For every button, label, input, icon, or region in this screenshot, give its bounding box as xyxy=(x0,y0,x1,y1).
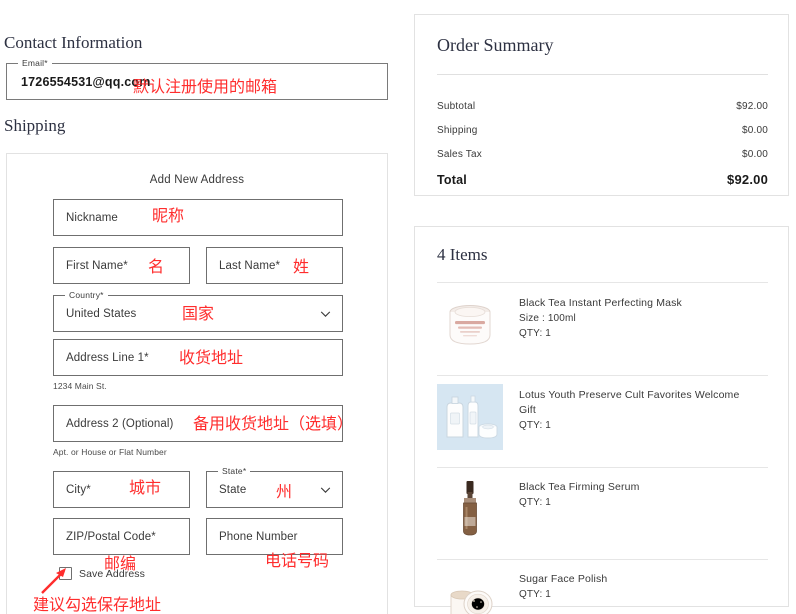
item-size: Size : 100ml xyxy=(519,313,576,324)
last-name-input[interactable]: Last Name* xyxy=(206,247,343,284)
address-line-2-input[interactable]: Address 2 (Optional) xyxy=(53,405,343,442)
country-select-value: United States xyxy=(66,307,137,320)
product-thumbnail xyxy=(437,476,503,542)
gift-set-icon xyxy=(446,395,498,439)
summary-label: Subtotal xyxy=(437,101,476,112)
item-details: Sugar Face Polish QTY: 1 xyxy=(503,568,607,614)
first-name-input[interactable]: First Name* xyxy=(53,247,190,284)
nickname-input[interactable]: Nickname xyxy=(53,199,343,236)
item-qty: QTY: 1 xyxy=(519,420,552,431)
summary-value: $0.00 xyxy=(741,125,768,136)
product-thumbnail xyxy=(437,384,503,450)
summary-row-shipping: Shipping $0.00 xyxy=(437,125,768,136)
summary-total-label: Total xyxy=(437,173,467,187)
nickname-placeholder: Nickname xyxy=(66,211,118,224)
item-name: Black Tea Instant Perfecting Mask xyxy=(519,297,682,309)
item-divider xyxy=(437,467,768,468)
item-name: Lotus Youth Preserve Cult Favorites Welc… xyxy=(519,389,740,416)
checkout-right-column: Order Summary Subtotal $92.00 Shipping $… xyxy=(414,0,796,614)
address-line-2-placeholder: Address 2 (Optional) xyxy=(66,417,174,430)
summary-total-value: $92.00 xyxy=(727,172,768,187)
summary-row-subtotal: Subtotal $92.00 xyxy=(437,101,768,112)
items-divider xyxy=(437,282,768,283)
items-count-title: 4 Items xyxy=(437,245,488,264)
contact-information-heading: Contact Information xyxy=(4,33,143,52)
country-select-label: Country* xyxy=(65,290,108,300)
item-divider xyxy=(437,559,768,560)
summary-row-total: Total $92.00 xyxy=(437,172,768,187)
list-item[interactable]: Black Tea Instant Perfecting Mask Size :… xyxy=(437,292,768,358)
phone-number-placeholder: Phone Number xyxy=(219,530,298,543)
save-address-label: Save Address xyxy=(79,567,145,580)
address-line-2-helper: Apt. or House or Flat Number xyxy=(53,447,167,457)
email-field-value: 1726554531@qq.com xyxy=(21,75,151,89)
checkout-page: Contact Information Email* 1726554531@qq… xyxy=(0,0,796,614)
item-qty: QTY: 1 xyxy=(519,328,552,339)
city-input[interactable]: City* xyxy=(53,471,190,508)
item-qty: QTY: 1 xyxy=(519,589,552,600)
state-select[interactable]: State* State xyxy=(206,466,343,508)
email-field[interactable]: Email* 1726554531@qq.com xyxy=(6,58,388,100)
shipping-address-card: Add New Address Nickname First Name* Las… xyxy=(6,153,388,614)
address-line-1-placeholder: Address Line 1* xyxy=(66,351,149,364)
summary-label: Sales Tax xyxy=(437,149,482,160)
jar-icon xyxy=(449,305,491,345)
item-details: Lotus Youth Preserve Cult Favorites Welc… xyxy=(503,384,759,450)
item-qty: QTY: 1 xyxy=(519,497,552,508)
save-address-row[interactable]: Save Address xyxy=(59,567,145,580)
add-new-address-title: Add New Address xyxy=(149,174,245,186)
checkout-left-column: Contact Information Email* 1726554531@qq… xyxy=(0,0,400,614)
summary-row-sales-tax: Sales Tax $0.00 xyxy=(437,149,768,160)
order-summary-divider xyxy=(437,74,768,75)
item-name: Black Tea Firming Serum xyxy=(519,481,640,493)
chevron-down-icon xyxy=(320,308,331,319)
first-name-placeholder: First Name* xyxy=(66,259,128,272)
state-select-label: State* xyxy=(218,466,251,476)
product-thumbnail xyxy=(437,292,503,358)
item-details: Black Tea Firming Serum QTY: 1 xyxy=(503,476,640,542)
summary-label: Shipping xyxy=(437,125,478,136)
zip-postal-code-placeholder: ZIP/Postal Code* xyxy=(66,530,156,543)
list-item[interactable]: Sugar Face Polish QTY: 1 xyxy=(437,568,768,614)
item-details: Black Tea Instant Perfecting Mask Size :… xyxy=(503,292,682,358)
items-card: 4 Items Black Tea Instant Perfecting Mas… xyxy=(414,226,789,614)
city-placeholder: City* xyxy=(66,483,91,496)
state-select-value: State xyxy=(219,483,247,496)
zip-postal-code-input[interactable]: ZIP/Postal Code* xyxy=(53,518,190,555)
address-line-1-input[interactable]: Address Line 1* xyxy=(53,339,343,376)
product-thumbnail xyxy=(437,568,503,614)
email-field-label: Email* xyxy=(18,58,52,68)
address-line-1-helper: 1234 Main St. xyxy=(53,381,107,391)
item-name: Sugar Face Polish xyxy=(519,573,608,585)
face-polish-jar-icon xyxy=(450,590,493,614)
item-divider xyxy=(437,375,768,376)
list-item[interactable]: Lotus Youth Preserve Cult Favorites Welc… xyxy=(437,384,768,450)
save-address-checkbox[interactable] xyxy=(59,567,72,580)
last-name-placeholder: Last Name* xyxy=(219,259,281,272)
summary-value: $92.00 xyxy=(736,101,768,112)
list-item[interactable]: Black Tea Firming Serum QTY: 1 xyxy=(437,476,768,542)
country-select[interactable]: Country* United States xyxy=(53,290,343,332)
chevron-down-icon xyxy=(320,484,331,495)
shipping-heading: Shipping xyxy=(4,116,66,135)
order-summary-card: Order Summary Subtotal $92.00 Shipping $… xyxy=(414,14,789,196)
dropper-bottle-icon xyxy=(463,481,477,536)
order-summary-title: Order Summary xyxy=(437,35,554,55)
summary-value: $0.00 xyxy=(741,149,768,160)
phone-number-input[interactable]: Phone Number xyxy=(206,518,343,555)
